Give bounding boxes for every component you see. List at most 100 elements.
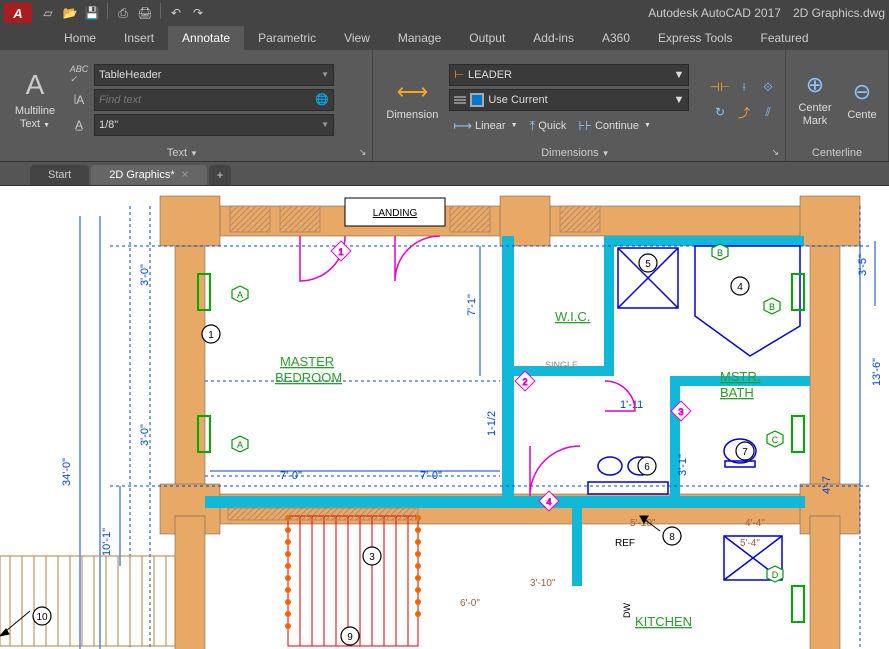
svg-text:5: 5 [645,259,651,270]
dim-7-0b: 7'-0" [420,470,442,482]
doctab-active[interactable]: 2D Graphics* ✕ [91,165,207,185]
print-icon[interactable]: 🖨 [135,3,155,23]
centermark-icon: ⊕ [806,72,824,98]
label-kitchen: KITCHEN [635,614,692,629]
drawing-canvas[interactable]: LANDING 34'-0" 10'-1" 3'-0" 3'-0" 13'-6"… [0,186,889,649]
dim-update-icon[interactable]: ↻ [709,101,731,123]
dim-style-icon: ⊢ [454,68,464,81]
dialog-launcher-icon[interactable]: ↘ [359,147,367,158]
floorplan-drawing: LANDING 34'-0" 10'-1" 3'-0" 3'-0" 13'-6"… [0,186,889,649]
chevron-down-icon: ▼ [673,69,684,81]
label-bedroom: BEDROOM [275,370,342,385]
tab-insert[interactable]: Insert [110,26,168,50]
tab-manage[interactable]: Manage [384,26,455,50]
dim-oblique-icon[interactable]: ⫽ [757,101,779,123]
centerline-button[interactable]: ⊖ Cente [842,54,882,145]
dim-break-icon[interactable]: ⊣⊢ [709,76,731,98]
svg-text:8: 8 [669,532,675,543]
layer-lines-icon [454,96,466,104]
svg-text:A: A [237,290,243,300]
dim-style-dropdown[interactable]: ⊢ LEADER ▼ [449,64,689,86]
close-tab-icon[interactable]: ✕ [181,170,189,181]
dim-layer-dropdown[interactable]: Use Current ▼ [449,89,689,111]
panel-title-text[interactable]: Text▼ ↘ [6,145,366,161]
quick-icon: ⤒ [530,118,536,134]
ribbon-panel-centerlines: ⊕ CenterMark ⊖ Cente Centerline [786,50,889,161]
dimension-button[interactable]: ⟷ Dimension [379,54,445,145]
tab-home[interactable]: Home [50,26,110,50]
dim-linear-button[interactable]: ⟼ Linear ▼ [449,116,521,136]
dim-10-1: 10'-1" [101,528,113,556]
doctab-start[interactable]: Start [30,165,89,185]
dim-1-half: 1-1/2 [486,411,498,436]
app-logo-icon[interactable]: A [4,3,32,23]
ribbon-panel-text: A MultilineText ▼ ABC✓ |A A̲ TableHeader… [0,50,373,161]
text-height-value: 1/8" [99,119,118,131]
undo-icon[interactable]: ↶ [166,3,186,23]
svg-text:6: 6 [644,462,650,473]
svg-text:1: 1 [208,330,214,341]
separator-icon [107,3,108,19]
dialog-launcher-icon[interactable]: ↘ [771,147,779,158]
multiline-text-button[interactable]: A MultilineText ▼ [6,54,64,145]
text-style-value: TableHeader [99,69,161,81]
panel-title-dimensions[interactable]: Dimensions▼ ↘ [379,145,779,161]
svg-text:4: 4 [737,282,743,293]
label-landing: LANDING [373,208,418,219]
dim-adjust-icon[interactable]: ⟊ [733,76,755,98]
text-style-dropdown[interactable]: TableHeader ▼ [94,64,334,86]
tab-output[interactable]: Output [455,26,519,50]
svg-text:9: 9 [347,632,353,643]
dim-3-0b: 3'-0" [139,424,151,446]
dim-4-7: 4'-7 [821,476,833,494]
text-align-icon[interactable]: |A [68,89,90,111]
tab-view[interactable]: View [330,26,384,50]
add-tab-button[interactable]: + [209,165,231,185]
label-master: MASTER [280,354,334,369]
tab-annotate[interactable]: Annotate [168,26,244,50]
dim-layer-value: Use Current [488,94,547,106]
dim-5-4: 5'-4" [740,538,760,549]
dim-4-4: 4'-4" [745,518,765,529]
tab-featured[interactable]: Featured [747,26,823,50]
dim-6-0: 6'-0" [460,598,480,609]
dim-3-5: 3'-5" [857,254,869,276]
dim-quick-button[interactable]: ⤒ Quick [526,116,571,136]
chevron-down-icon: ▼ [321,120,329,129]
text-height-dropdown[interactable]: 1/8" ▼ [94,114,334,136]
dim-jog-icon[interactable]: ⤴ [733,101,755,123]
tab-addins[interactable]: Add-ins [519,26,588,50]
chevron-down-icon: ▼ [673,94,684,106]
new-icon[interactable]: ▱ [38,3,58,23]
separator-icon [160,3,161,19]
dim-inspect-icon[interactable]: ⟐ [757,76,779,98]
saveas-icon[interactable]: ⎙ [113,3,133,23]
linear-icon: ⟼ [453,118,472,134]
centerline-icon: ⊖ [853,79,871,105]
dim-3-1: 3'-1" [677,454,689,476]
find-text-field[interactable] [99,94,315,106]
text-style-abc-icon[interactable]: ABC✓ [68,64,90,86]
ribbon-tabs: Home Insert Annotate Parametric View Man… [0,26,889,50]
dim-continue-button[interactable]: ⊦⊦ Continue ▼ [574,116,655,136]
tab-parametric[interactable]: Parametric [244,26,330,50]
text-height-icon[interactable]: A̲ [68,114,90,136]
letter-a-icon: A [26,69,45,101]
tab-a360[interactable]: A360 [588,26,644,50]
save-icon[interactable]: 💾 [82,3,102,23]
quick-access-toolbar: ▱ 📂 💾 ⎙ 🖨 ↶ ↷ [38,3,208,23]
svg-text:D: D [772,570,779,580]
centermark-button[interactable]: ⊕ CenterMark [792,54,838,145]
redo-icon[interactable]: ↷ [188,3,208,23]
open-icon[interactable]: 📂 [60,3,80,23]
svg-text:1: 1 [338,247,343,257]
chevron-down-icon: ▼ [321,70,329,79]
panel-title-centerlines[interactable]: Centerline [792,145,882,161]
svg-text:4: 4 [546,497,551,507]
label-wic: W.I.C. [555,309,590,324]
dim-34: 34'-0" [61,458,73,486]
dim-3-0a: 3'-0" [139,264,151,286]
find-text-input[interactable]: 🌐 [94,89,334,111]
tab-express-tools[interactable]: Express Tools [644,26,746,50]
svg-text:A: A [237,440,243,450]
